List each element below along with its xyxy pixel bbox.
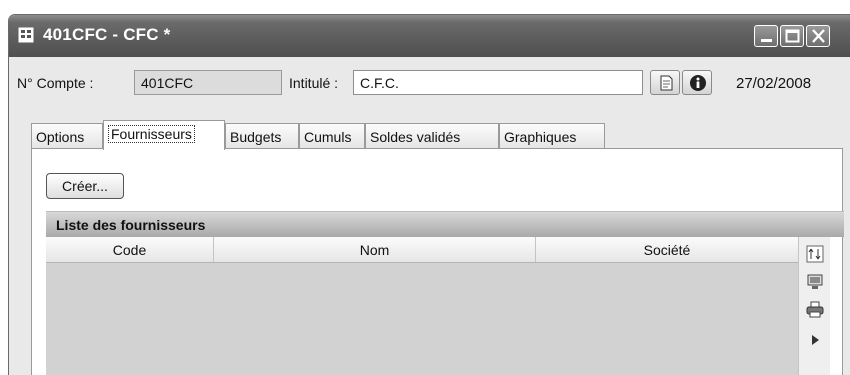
- suppliers-panel: Créer... Liste des fournisseurs Code Nom…: [31, 148, 844, 375]
- tab-graphiques-label: Graphiques: [504, 129, 577, 145]
- account-number-label: N° Compte :: [17, 75, 94, 91]
- account-date: 27/02/2008: [736, 75, 812, 92]
- tab-graphiques[interactable]: Graphiques: [499, 123, 605, 149]
- grid-side-toolbar: [798, 237, 830, 375]
- column-header-societe[interactable]: Société: [536, 237, 798, 262]
- close-icon: [812, 29, 825, 43]
- minimize-icon: [761, 39, 772, 42]
- info-icon: [690, 75, 706, 91]
- tab-budgets-label: Budgets: [230, 129, 282, 145]
- tab-cumuls[interactable]: Cumuls: [299, 123, 365, 149]
- tab-fournisseurs-label: Fournisseurs: [108, 125, 195, 143]
- account-window: 401CFC - CFC * N° Compte : 401CFC Intitu…: [8, 14, 850, 375]
- note-button[interactable]: [650, 70, 680, 95]
- close-button[interactable]: [806, 25, 830, 47]
- tab-soldes-valides[interactable]: Soldes validés: [365, 123, 499, 149]
- tab-budgets[interactable]: Budgets: [225, 123, 299, 149]
- account-title-label: Intitulé :: [289, 75, 339, 91]
- tab-options[interactable]: Options: [31, 123, 103, 149]
- tab-fournisseurs[interactable]: Fournisseurs: [103, 120, 225, 150]
- minimize-button[interactable]: [754, 25, 778, 47]
- account-title-field[interactable]: C.F.C.: [353, 70, 643, 95]
- window-title: 401CFC - CFC *: [43, 25, 171, 44]
- tab-options-label: Options: [36, 129, 85, 145]
- note-icon: [660, 75, 673, 91]
- suppliers-grid-body[interactable]: [46, 263, 798, 375]
- maximize-icon: [785, 29, 800, 43]
- title-bar[interactable]: 401CFC - CFC *: [9, 15, 850, 57]
- tab-soldes-valides-label: Soldes validés: [370, 129, 461, 145]
- maximize-button[interactable]: [780, 25, 804, 47]
- ledger-icon: [18, 26, 36, 44]
- tab-cumuls-label: Cumuls: [304, 129, 352, 145]
- printer-icon[interactable]: [806, 301, 824, 319]
- account-number-field: 401CFC: [134, 70, 282, 95]
- monitor-icon[interactable]: [806, 273, 824, 291]
- suppliers-list-title: Liste des fournisseurs: [46, 211, 844, 237]
- suppliers-grid-header: Code Nom Société: [46, 237, 798, 263]
- info-button[interactable]: [682, 70, 712, 95]
- column-settings-icon[interactable]: [806, 245, 824, 263]
- column-header-nom[interactable]: Nom: [214, 237, 536, 262]
- arrow-right-icon[interactable]: [806, 331, 824, 349]
- create-button[interactable]: Créer...: [46, 173, 124, 199]
- column-header-code[interactable]: Code: [46, 237, 214, 262]
